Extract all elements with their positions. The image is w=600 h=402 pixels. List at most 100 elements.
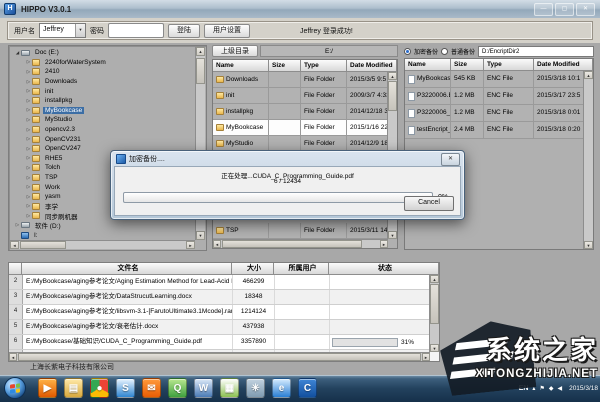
taskbar-app-icon[interactable]: S	[116, 378, 135, 398]
column-header-filename[interactable]: 文件名	[22, 263, 232, 275]
scrollbar-thumb[interactable]	[20, 241, 66, 249]
tree-item[interactable]: ◢ Doc (E:)	[11, 48, 194, 58]
close-button[interactable]: ✕	[576, 3, 595, 16]
tray-icon[interactable]: ⚑	[539, 385, 544, 393]
table-row[interactable]: 4 E:/MyBookcase/aging参考论文/libsvm-3.1-[Fa…	[9, 305, 429, 320]
minimize-button[interactable]: —	[534, 3, 553, 16]
table-row[interactable]: TSP File Folder 2015/3/11 14	[213, 223, 387, 239]
scroll-left-icon[interactable]: ◄	[9, 353, 17, 361]
taskbar-app-icon[interactable]: Q	[168, 378, 187, 398]
tree-item[interactable]: ▷ installpkg	[11, 96, 194, 106]
tree-item[interactable]: ▷ 软件 (D:)	[11, 221, 194, 231]
table-row[interactable]: P3220006_1... 1.2 MB ENC File 2015/3/18 …	[405, 105, 593, 122]
tree-item[interactable]: ▷ 2410	[11, 67, 194, 77]
tree-expand-icon[interactable]: ▷	[14, 222, 21, 228]
tree-expand-icon[interactable]: ▷	[25, 127, 32, 133]
tray-icon[interactable]: ◀	[557, 385, 562, 393]
tree-expand-icon[interactable]: ▷	[25, 69, 32, 75]
column-header-type[interactable]: Type	[301, 60, 347, 72]
scroll-up-icon[interactable]: ▲	[430, 275, 439, 283]
scroll-left-icon[interactable]: ◄	[213, 240, 221, 248]
scrollbar-thumb[interactable]	[388, 81, 397, 111]
tree-item[interactable]: ▷ Downloads	[11, 77, 194, 87]
table-row[interactable]: MyBookcas... 545 KB ENC File 2015/3/18 1…	[405, 71, 593, 88]
tree-item[interactable]: ▷ init	[11, 86, 194, 96]
taskbar-app-icon[interactable]: ●	[90, 378, 109, 398]
tree-expand-icon[interactable]: ▷	[25, 79, 32, 85]
column-header-status[interactable]: 状态	[329, 263, 439, 275]
file-table-horizontal-scrollbar[interactable]: ◄ ►	[213, 239, 388, 248]
scroll-left-icon[interactable]: ◄	[10, 241, 19, 249]
taskbar-app-icon[interactable]: ▦	[220, 378, 239, 398]
dialog-close-icon[interactable]: ✕	[441, 153, 460, 166]
tree-expand-icon[interactable]: ▷	[25, 107, 32, 113]
encrypt-backup-radio[interactable]	[404, 48, 411, 55]
taskbar-app-icon[interactable]: C	[298, 378, 317, 398]
language-indicator[interactable]: EN	[519, 385, 529, 392]
tree-item[interactable]: ▷ MyBookcase	[11, 106, 194, 116]
tray-icon[interactable]: ◆	[549, 385, 554, 393]
plain-backup-radio[interactable]	[441, 48, 448, 55]
taskbar-app-icon[interactable]: W	[194, 378, 213, 398]
login-button[interactable]: 登陆	[168, 24, 200, 38]
scrollbar-thumb[interactable]	[430, 284, 439, 324]
chevron-down-icon[interactable]: ▼	[75, 24, 85, 37]
scroll-right-icon[interactable]: ►	[422, 353, 430, 361]
parent-directory-button[interactable]: 上级目录	[212, 45, 258, 57]
table-row[interactable]: installpkg File Folder 2014/12/18 3	[213, 104, 387, 120]
tree-expand-icon[interactable]: ▷	[25, 98, 32, 104]
table-row[interactable]: 5 E:/MyBookcase/aging参考论文/衰老估计.docx 4379…	[9, 320, 429, 335]
scroll-down-icon[interactable]: ▼	[584, 241, 593, 249]
table-row[interactable]: MyBookcase File Folder 2015/1/16 22:	[213, 120, 387, 136]
scroll-down-icon[interactable]: ▼	[196, 231, 205, 240]
tree-expand-icon[interactable]: ▷	[25, 203, 32, 209]
scrollbar-thumb[interactable]	[18, 353, 421, 361]
column-header-name[interactable]: Name	[405, 59, 451, 71]
table-row[interactable]: 2 E:/MyBookcase/aging参考论文/Aging Estimati…	[9, 275, 429, 290]
tree-expand-icon[interactable]: ▷	[25, 136, 32, 142]
taskbar-app-icon[interactable]: ✳	[246, 378, 265, 398]
tree-expand-icon[interactable]: ▷	[25, 194, 32, 200]
table-row[interactable]: Downloads File Folder 2015/3/5 9:5	[213, 72, 387, 88]
column-header-size[interactable]: Size	[269, 60, 301, 72]
scroll-up-icon[interactable]: ▲	[388, 72, 397, 80]
scrollbar-thumb[interactable]	[196, 58, 205, 84]
user-settings-button[interactable]: 用户设置	[204, 24, 250, 38]
start-button[interactable]	[4, 377, 26, 399]
scroll-right-icon[interactable]: ►	[186, 241, 195, 249]
tray-icon[interactable]: ▴	[532, 385, 535, 393]
title-bar[interactable]: H HIPPO V3.0.1 — ▢ ✕	[0, 0, 600, 19]
clock-date[interactable]: 2015/3/18	[569, 385, 598, 393]
table-row[interactable]: testEncript_... 2.4 MB ENC File 2015/3/1…	[405, 122, 593, 139]
scrollbar-thumb[interactable]	[222, 240, 362, 248]
column-header-owner[interactable]: 所属用户	[274, 263, 329, 275]
tree-expand-icon[interactable]: ▷	[25, 59, 32, 65]
tree-item[interactable]: I:	[11, 230, 194, 239]
tree-expand-icon[interactable]: ▷	[25, 165, 32, 171]
tree-expand-icon[interactable]: ▷	[25, 88, 32, 94]
scroll-down-icon[interactable]: ▼	[430, 344, 439, 352]
backup-table-vertical-scrollbar[interactable]: ▲ ▼	[583, 71, 593, 249]
task-table-vertical-scrollbar[interactable]: ▲ ▼	[429, 275, 439, 352]
tree-expand-icon[interactable]: ◢	[14, 50, 21, 56]
maximize-button[interactable]: ▢	[555, 3, 574, 16]
username-combobox[interactable]: Jeffrey ▼	[39, 23, 86, 38]
column-header-type[interactable]: Type	[484, 59, 534, 71]
table-row[interactable]: 6 E:/MyBookcase/基础知识/CUDA_C_Programming_…	[9, 335, 429, 350]
backup-dir-combobox[interactable]: D:/EncriptDir2	[478, 46, 594, 57]
tree-expand-icon[interactable]: ▷	[25, 155, 32, 161]
dialog-title-bar[interactable]: 加密备份.... ✕	[114, 153, 461, 165]
tree-item[interactable]: ▷ 2240forWaterSystem	[11, 58, 194, 68]
scroll-up-icon[interactable]: ▲	[196, 47, 205, 56]
scroll-down-icon[interactable]: ▼	[388, 231, 397, 239]
password-input[interactable]	[108, 23, 164, 38]
scroll-right-icon[interactable]: ►	[380, 240, 388, 248]
cancel-button[interactable]: Cancel	[404, 196, 454, 211]
table-row[interactable]: P3220006.E... 1.2 MB ENC File 2015/3/17 …	[405, 88, 593, 105]
tree-item[interactable]: ▷ MyStudio	[11, 115, 194, 125]
column-header-size[interactable]: Size	[451, 59, 484, 71]
scroll-up-icon[interactable]: ▲	[584, 71, 593, 79]
tree-expand-icon[interactable]: ▷	[25, 117, 32, 123]
column-header-name[interactable]: Name	[213, 60, 269, 72]
taskbar-app-icon[interactable]: ▶	[38, 378, 57, 398]
